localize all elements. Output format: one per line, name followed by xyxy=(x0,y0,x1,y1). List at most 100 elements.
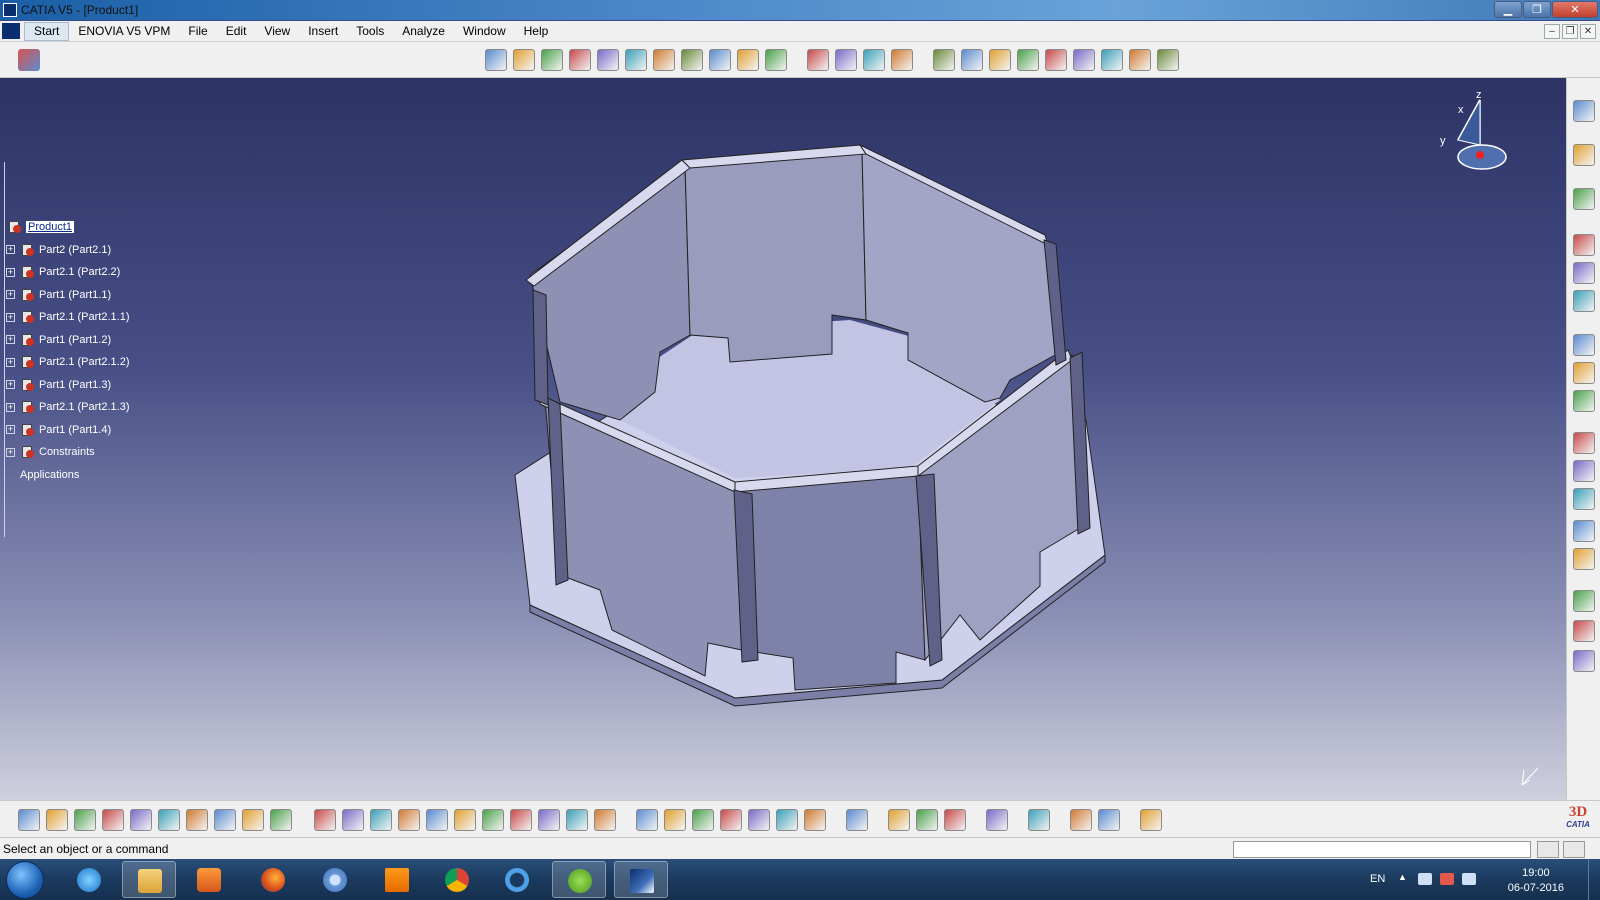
existing-component-icon[interactable] xyxy=(569,49,591,71)
fly-icon[interactable] xyxy=(482,809,504,831)
action-center-icon[interactable] xyxy=(1440,873,1454,885)
tree-item-label[interactable]: Part2.1 (Part2.1.1) xyxy=(39,311,130,323)
lock-icon[interactable] xyxy=(426,809,448,831)
macro-icon[interactable] xyxy=(370,809,392,831)
table-icon[interactable] xyxy=(398,809,420,831)
3d-viewport[interactable]: x y z Product1 + Part2 (Part2.1) + Part2.1 … xyxy=(0,78,1566,800)
tree-item-label[interactable]: Part2.1 (Part2.1.2) xyxy=(39,356,130,368)
taskbar-ccleaner[interactable] xyxy=(490,861,544,898)
multi-view-icon[interactable] xyxy=(692,809,714,831)
cut-icon[interactable] xyxy=(130,809,152,831)
tree-expand-icon[interactable]: + xyxy=(6,245,15,255)
show-desktop-button[interactable] xyxy=(1588,859,1600,900)
shading-icon[interactable] xyxy=(804,809,826,831)
reorder-icon[interactable] xyxy=(1573,390,1595,412)
insert-product-icon[interactable] xyxy=(513,49,535,71)
taskbar-ie[interactable] xyxy=(62,861,116,898)
normal-view-icon[interactable] xyxy=(664,809,686,831)
measure-item-icon[interactable] xyxy=(916,809,938,831)
explode-icon[interactable] xyxy=(737,49,759,71)
replace-icon[interactable] xyxy=(597,49,619,71)
offset-constraint-icon[interactable] xyxy=(891,49,913,71)
maximize-button[interactable]: ❐ xyxy=(1523,1,1551,18)
flag-icon[interactable] xyxy=(1573,488,1595,510)
taskbar-catia[interactable] xyxy=(614,861,668,898)
status-button-2[interactable] xyxy=(1563,841,1585,858)
tree-expand-icon[interactable]: + xyxy=(6,290,15,300)
compass-widget[interactable]: x y z xyxy=(1440,89,1507,170)
product-manage-icon[interactable] xyxy=(1573,188,1595,210)
swap-icon[interactable] xyxy=(776,809,798,831)
product-structure-icon[interactable] xyxy=(18,49,40,71)
tree-item[interactable]: + Part1 (Part1.1) xyxy=(6,284,166,307)
select-icon[interactable] xyxy=(1573,144,1595,166)
measure-icon[interactable] xyxy=(888,809,910,831)
measure-inertia-icon[interactable] xyxy=(944,809,966,831)
doc-close-button[interactable]: ✕ xyxy=(1580,24,1596,39)
angle-constraint-icon[interactable] xyxy=(933,49,955,71)
tree-root-label[interactable]: Product1 xyxy=(26,221,75,234)
update-icon[interactable] xyxy=(1129,49,1151,71)
command-input[interactable] xyxy=(1233,841,1531,858)
status-button-1[interactable] xyxy=(1537,841,1559,858)
tree-item-label[interactable]: Part1 (Part1.3) xyxy=(39,379,111,391)
generate-numbering-icon[interactable] xyxy=(653,49,675,71)
taskbar-media-player[interactable] xyxy=(182,861,236,898)
menu-analyze[interactable]: Analyze xyxy=(393,21,454,42)
menu-tools[interactable]: Tools xyxy=(347,21,393,42)
snap-icon[interactable] xyxy=(709,49,731,71)
render-icon[interactable] xyxy=(1070,809,1092,831)
menu-help[interactable]: Help xyxy=(515,21,558,42)
tree-item[interactable]: + Part1 (Part1.2) xyxy=(6,329,166,352)
rotate-icon[interactable] xyxy=(566,809,588,831)
close-button[interactable]: ✕ xyxy=(1552,1,1598,18)
tree-expand-icon[interactable]: + xyxy=(6,447,15,457)
redo-icon[interactable] xyxy=(242,809,264,831)
tree-item-label[interactable]: Part2.1 (Part2.2) xyxy=(39,266,120,278)
taskbar-firefox[interactable] xyxy=(246,861,300,898)
menu-enovia[interactable]: ENOVIA V5 VPM xyxy=(69,21,179,42)
tree-expand-icon[interactable]: + xyxy=(6,335,15,345)
taskbar-explorer[interactable] xyxy=(122,861,176,898)
grid-icon[interactable] xyxy=(1140,809,1162,831)
new-component-icon[interactable] xyxy=(1573,234,1595,256)
volume-icon[interactable] xyxy=(1462,873,1476,885)
tree-item[interactable]: + Part1 (Part1.4) xyxy=(6,419,166,442)
compass-icon[interactable] xyxy=(1028,809,1050,831)
new-part-icon[interactable] xyxy=(1573,290,1595,312)
tree-item-label[interactable]: Part1 (Part1.2) xyxy=(39,334,111,346)
material-icon[interactable] xyxy=(1098,809,1120,831)
tray-expand-icon[interactable]: ▲ xyxy=(1398,872,1407,882)
refresh-icon[interactable] xyxy=(986,809,1008,831)
pan-icon[interactable] xyxy=(538,809,560,831)
graph-tree-icon[interactable] xyxy=(625,49,647,71)
tree-item-label[interactable]: Part2 (Part2.1) xyxy=(39,244,111,256)
fix-icon[interactable] xyxy=(961,49,983,71)
print-icon[interactable] xyxy=(102,809,124,831)
tree-item-label[interactable]: Part2.1 (Part2.1.3) xyxy=(39,401,130,413)
manipulation-icon[interactable] xyxy=(681,49,703,71)
minimize-button[interactable]: ▁ xyxy=(1494,1,1522,18)
flexible-icon[interactable] xyxy=(1045,49,1067,71)
whats-this-icon[interactable] xyxy=(270,809,292,831)
tree-icon[interactable] xyxy=(1573,650,1595,672)
tree-expand-icon[interactable]: + xyxy=(6,425,15,435)
tree-root-item[interactable]: Product1 xyxy=(6,216,166,239)
quick-constraint-icon[interactable] xyxy=(1017,49,1039,71)
scene-icon[interactable] xyxy=(1573,548,1595,570)
weld-icon[interactable] xyxy=(1573,520,1595,542)
hide-show-icon[interactable] xyxy=(748,809,770,831)
new-product-icon[interactable] xyxy=(1573,262,1595,284)
tree-item[interactable]: + Part2.1 (Part2.1.3) xyxy=(6,396,166,419)
menu-start[interactable]: Start xyxy=(24,21,70,41)
tree-expand-icon[interactable]: + xyxy=(6,402,15,412)
change-constraint-icon[interactable] xyxy=(1073,49,1095,71)
language-indicator[interactable]: EN xyxy=(1370,873,1385,885)
tree-item-label[interactable]: Constraints xyxy=(39,446,95,458)
tree-item[interactable]: + Constraints xyxy=(6,441,166,464)
multi-instantiation-icon[interactable] xyxy=(1157,49,1179,71)
network-icon[interactable] xyxy=(1418,873,1432,885)
windows-start-button[interactable] xyxy=(6,861,44,899)
taskbar-chromium[interactable] xyxy=(308,861,362,898)
stop-manipulation-icon[interactable] xyxy=(765,49,787,71)
